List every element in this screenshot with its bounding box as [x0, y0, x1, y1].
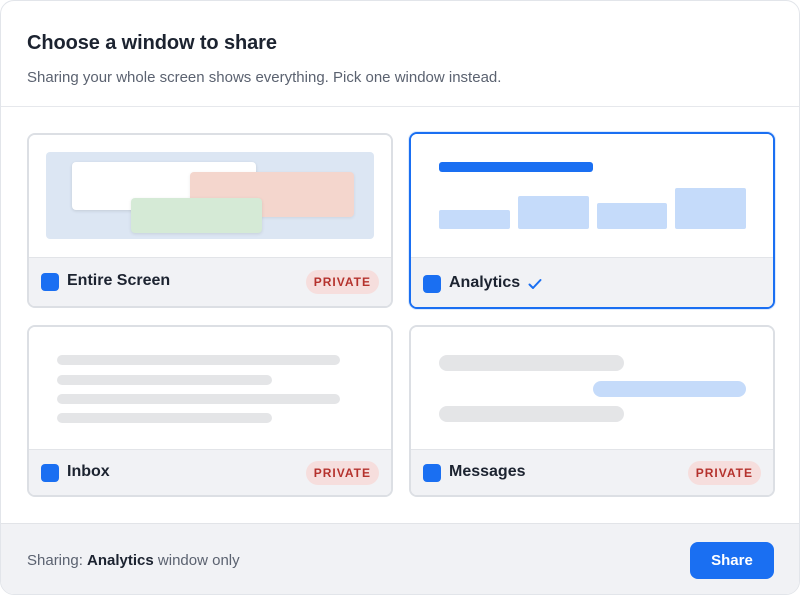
analytics-header-bar — [439, 162, 593, 172]
window-card-messages[interactable]: Messages PRIVATE — [409, 325, 775, 497]
status-suffix: window only — [157, 552, 240, 569]
analytics-preview — [411, 134, 773, 256]
private-badge: PRIVATE — [687, 461, 761, 485]
message-bubble-incoming — [439, 355, 624, 371]
message-bubble-incoming — [439, 406, 624, 422]
inbox-line — [57, 355, 340, 365]
dialog-title: Choose a window to share — [27, 32, 277, 54]
private-badge: PRIVATE — [305, 461, 379, 485]
analytics-bar — [597, 203, 667, 229]
card-footer: Messages PRIVATE — [411, 449, 773, 495]
inbox-line — [57, 413, 272, 423]
checkmark-icon — [528, 279, 542, 289]
inbox-line — [57, 394, 340, 404]
share-window-dialog: Choose a window to share Sharing your wh… — [0, 0, 800, 595]
window-card-inbox[interactable]: Inbox PRIVATE — [27, 325, 393, 497]
card-footer: Inbox PRIVATE — [29, 449, 391, 495]
status-prefix: Sharing: — [27, 552, 83, 569]
card-checkbox[interactable] — [41, 273, 59, 291]
card-label: Messages — [449, 463, 526, 480]
window-card-entire-screen[interactable]: Entire Screen PRIVATE — [27, 133, 393, 308]
card-footer: Analytics — [411, 257, 773, 307]
dialog-footer: Sharing: Analytics window only Share — [1, 523, 799, 594]
analytics-bar — [675, 188, 746, 229]
analytics-bar — [518, 196, 589, 229]
inbox-line — [57, 375, 272, 385]
window-card-analytics[interactable]: Analytics — [409, 132, 775, 309]
status-window-name: Analytics — [87, 552, 154, 569]
entire-screen-preview — [29, 135, 391, 257]
card-label: Entire Screen — [67, 272, 171, 289]
messages-preview — [411, 327, 773, 449]
card-checkbox[interactable] — [423, 275, 441, 293]
share-button[interactable]: Share — [690, 542, 774, 579]
dialog-header: Choose a window to share Sharing your wh… — [1, 1, 799, 107]
card-label: Inbox — [67, 463, 110, 480]
private-badge: PRIVATE — [305, 270, 379, 294]
card-checkbox[interactable] — [41, 464, 59, 482]
dialog-subtitle: Sharing your whole screen shows everythi… — [27, 69, 502, 86]
card-footer: Entire Screen PRIVATE — [29, 257, 391, 306]
card-label: Analytics — [449, 274, 521, 291]
inbox-preview — [29, 327, 391, 449]
preview-window-green — [131, 198, 262, 233]
sharing-status: Sharing: Analytics window only — [27, 552, 240, 569]
analytics-bar — [439, 210, 510, 229]
card-checkbox[interactable] — [423, 464, 441, 482]
message-bubble-outgoing — [593, 381, 746, 397]
